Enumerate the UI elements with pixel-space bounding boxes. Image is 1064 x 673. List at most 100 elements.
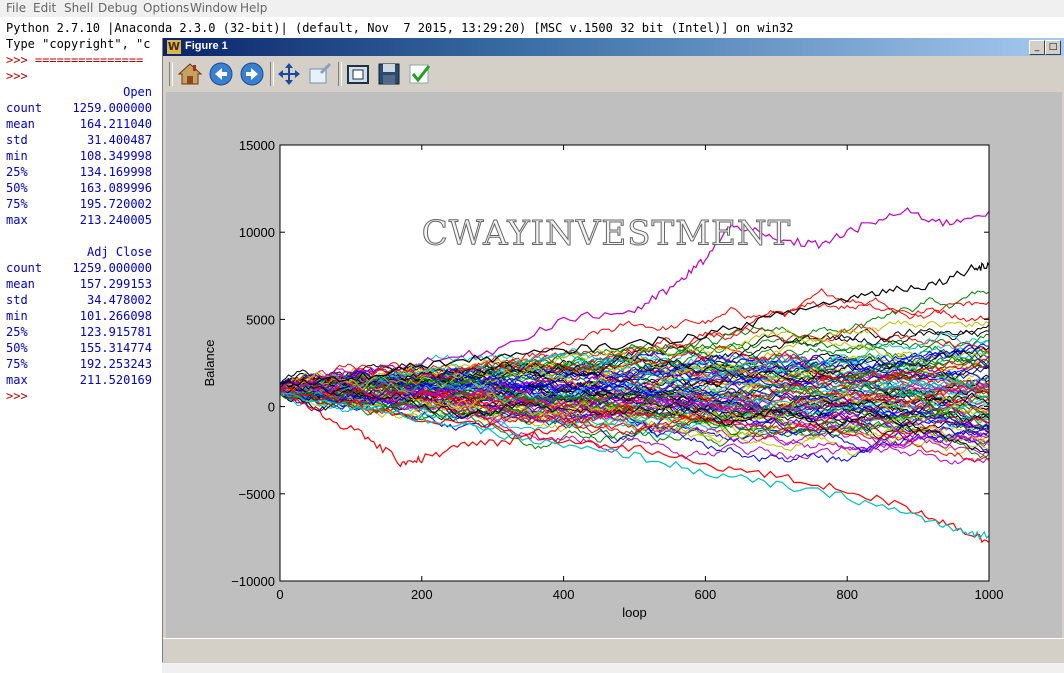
stat-row: std 34.478002 [6, 292, 152, 308]
arrow-right-icon [240, 62, 264, 86]
adj-close-header: Adj Close [86, 245, 152, 259]
stat-value: 34.478002 [86, 293, 152, 307]
app-icon: W [167, 40, 181, 54]
y-axis-label: Balance [202, 340, 217, 387]
stat-label: count [6, 261, 43, 275]
stat-row: 50% 155.314774 [6, 340, 152, 356]
forward-button[interactable] [239, 61, 265, 87]
stat-label: max [6, 213, 28, 227]
menu-file[interactable]: File [6, 1, 26, 15]
stat-value: 155.314774 [79, 341, 152, 355]
menu-edit[interactable]: Edit [33, 1, 56, 15]
toolbar-separator [270, 62, 274, 86]
menu-shell[interactable]: Shell [64, 1, 93, 15]
stat-row: 25% 134.169998 [6, 164, 152, 180]
final-prompt[interactable]: >>> [6, 388, 28, 404]
stat-label: 75% [6, 197, 28, 211]
stat-label: min [6, 309, 28, 323]
matplotlib-toolbar [163, 56, 1064, 92]
subplots-button[interactable] [345, 61, 371, 87]
y-tick-label: −10000 [231, 574, 275, 589]
shell-prompt: >>> [6, 69, 28, 83]
stat-row: max 213.240005 [6, 212, 152, 228]
maximize-button[interactable]: □ [1045, 40, 1061, 55]
stat-row: min 101.266098 [6, 308, 152, 324]
stat-value: 157.299153 [79, 277, 152, 291]
python-banner: Python 2.7.10 |Anaconda 2.3.0 (32-bit)| … [6, 21, 794, 35]
home-icon [177, 63, 203, 85]
subplots-icon [347, 65, 369, 84]
x-tick-label: 1000 [975, 587, 1004, 602]
stat-label: std [6, 133, 28, 147]
toolbar-grip [169, 62, 173, 86]
menu-help[interactable]: Help [240, 1, 267, 15]
stat-row: count 1259.000000 [6, 100, 152, 116]
figure-window[interactable]: W Figure 1 _ □ CWAYINVESTMENT 0 200 400 … [162, 38, 1064, 663]
stat-value: 192.253243 [79, 357, 152, 371]
toolbar-separator [338, 62, 342, 86]
zoom-button[interactable] [307, 61, 333, 87]
stat-label: 50% [6, 341, 28, 355]
x-tick-label: 800 [836, 587, 858, 602]
figure-titlebar[interactable]: W Figure 1 _ □ [163, 38, 1064, 56]
figure-canvas[interactable]: CWAYINVESTMENT 0 200 400 600 800 1000 −10000 −50… [166, 92, 1062, 638]
save-button[interactable] [376, 61, 402, 87]
stat-row: std 31.400487 [6, 132, 152, 148]
stat-label: count [6, 101, 43, 115]
stat-value: 195.720002 [79, 197, 152, 211]
y-tick-label: 0 [268, 400, 275, 415]
minimize-button[interactable]: _ [1029, 40, 1045, 55]
stat-label: 25% [6, 325, 28, 339]
stat-row: 75% 192.253243 [6, 356, 152, 372]
menu-options[interactable]: Options [143, 1, 189, 15]
stat-value: 163.089996 [79, 181, 152, 195]
arrow-left-icon [209, 62, 233, 86]
stat-row: mean 164.211040 [6, 116, 152, 132]
menu-debug[interactable]: Debug [98, 1, 137, 15]
y-tick-label: 5000 [246, 312, 275, 327]
stat-row: min 108.349998 [6, 148, 152, 164]
x-tick-label: 400 [553, 587, 575, 602]
stat-value: 134.169998 [79, 165, 152, 179]
home-button[interactable] [177, 61, 203, 87]
stat-label: 50% [6, 181, 28, 195]
stat-value: 108.349998 [79, 149, 152, 163]
back-button[interactable] [208, 61, 234, 87]
restart-separator: >>> =============== [6, 53, 144, 67]
checkmark-icon [409, 64, 431, 84]
stat-label: 25% [6, 165, 28, 179]
type-copyright-line: Type "copyright", "c [6, 37, 151, 51]
watermark-text: CWAYINVESTMENT [422, 213, 791, 253]
x-axis-label: loop [622, 605, 647, 620]
stat-value: 31.400487 [86, 133, 152, 147]
stat-label: mean [6, 277, 35, 291]
pan-button[interactable] [276, 61, 302, 87]
zoom-rect-icon [309, 62, 332, 84]
x-tick-label: 0 [276, 587, 283, 602]
stat-label: mean [6, 117, 35, 131]
line-chart: CWAYINVESTMENT 0 200 400 600 800 1000 −10000 −50… [202, 138, 1004, 620]
idle-menubar: File Edit Shell Debug Options Window Help [0, 0, 1064, 18]
stat-row: 75% 195.720002 [6, 196, 152, 212]
stat-label: std [6, 293, 28, 307]
stat-value: 164.211040 [79, 117, 152, 131]
y-tick-label: 15000 [239, 138, 275, 153]
stat-value: 213.240005 [79, 213, 152, 227]
menu-window[interactable]: Window [190, 1, 237, 15]
stat-value: 123.915781 [79, 325, 152, 339]
stat-row: 25% 123.915781 [6, 324, 152, 340]
stat-label: min [6, 149, 28, 163]
edit-button[interactable] [407, 61, 433, 87]
floppy-disk-icon [378, 63, 400, 85]
stat-value: 211.520169 [79, 373, 152, 387]
stat-value: 1259.000000 [72, 101, 152, 115]
figure-title: Figure 1 [185, 40, 228, 52]
stat-value: 101.266098 [79, 309, 152, 323]
horizontal-scrollbar[interactable] [162, 662, 1064, 673]
x-tick-label: 200 [411, 587, 433, 602]
stat-row: max 211.520169 [6, 372, 152, 388]
x-tick-label: 600 [695, 587, 717, 602]
stat-label: max [6, 373, 28, 387]
status-bar [163, 638, 1064, 663]
stat-label: 75% [6, 357, 28, 371]
